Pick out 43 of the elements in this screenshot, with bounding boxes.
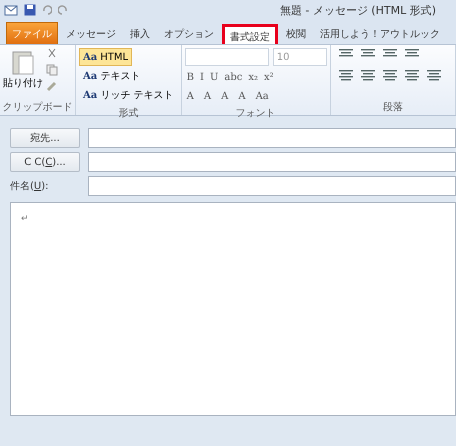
font-color-button[interactable]: A <box>236 88 248 104</box>
font-style-button[interactable]: x² <box>262 69 276 85</box>
group-label: 段落 <box>382 101 404 115</box>
format-option[interactable]: Aa テキスト <box>79 67 144 85</box>
paragraph-mark: ↵ <box>21 214 29 224</box>
address-button[interactable]: 宛先... <box>10 128 80 148</box>
copy-icon[interactable] <box>46 64 58 76</box>
font-style-button[interactable]: abc <box>222 69 244 85</box>
ribbon-tab[interactable]: 活用しよう！アウトルック <box>314 22 446 44</box>
paste-button[interactable]: 貼り付け <box>3 48 43 98</box>
font-style-button[interactable]: x₂ <box>246 69 260 85</box>
paragraph-icon[interactable] <box>360 69 375 81</box>
paragraph-icon[interactable] <box>338 69 353 81</box>
font-style-button[interactable]: I <box>198 69 206 85</box>
mail-icon[interactable] <box>4 4 18 16</box>
scissors-icon[interactable] <box>46 48 58 60</box>
input-field[interactable] <box>88 176 456 196</box>
ribbon-tab[interactable]: オプション <box>158 22 220 44</box>
group-label: クリップボード <box>2 101 74 115</box>
format-option[interactable]: Aa HTML <box>79 48 132 66</box>
ribbon-tab[interactable]: 挿入 <box>124 22 156 44</box>
font-style-button[interactable]: B <box>184 69 196 85</box>
window-title: 無題 - メッセージ (HTML 形式) <box>280 2 436 18</box>
subject-label: 件名(U): <box>10 180 50 193</box>
paragraph-icon[interactable] <box>426 69 441 81</box>
ribbon-tab[interactable]: 書式設定 <box>222 24 278 46</box>
font-color-button[interactable]: A <box>184 88 196 104</box>
message-body[interactable]: ↵ <box>10 202 456 416</box>
input-field[interactable] <box>88 128 456 148</box>
font-style-button[interactable]: U <box>208 69 220 85</box>
format-option[interactable]: Aa リッチ テキスト <box>79 86 178 104</box>
font-color-button[interactable]: A <box>219 88 230 104</box>
ribbon-tab[interactable]: 校閲 <box>280 22 312 44</box>
input-field[interactable] <box>88 152 456 172</box>
address-button[interactable]: C C(C)... <box>10 152 80 172</box>
group-label: フォント <box>234 107 277 121</box>
ribbon-tab[interactable]: メッセージ <box>60 22 122 44</box>
save-icon[interactable] <box>24 4 36 16</box>
paragraph-icon[interactable] <box>382 69 397 81</box>
font-color-button[interactable]: Aa <box>254 88 271 104</box>
paragraph-icon[interactable] <box>404 69 419 81</box>
font-color-button[interactable]: A <box>202 88 214 104</box>
group-label: 形式 <box>117 107 140 121</box>
